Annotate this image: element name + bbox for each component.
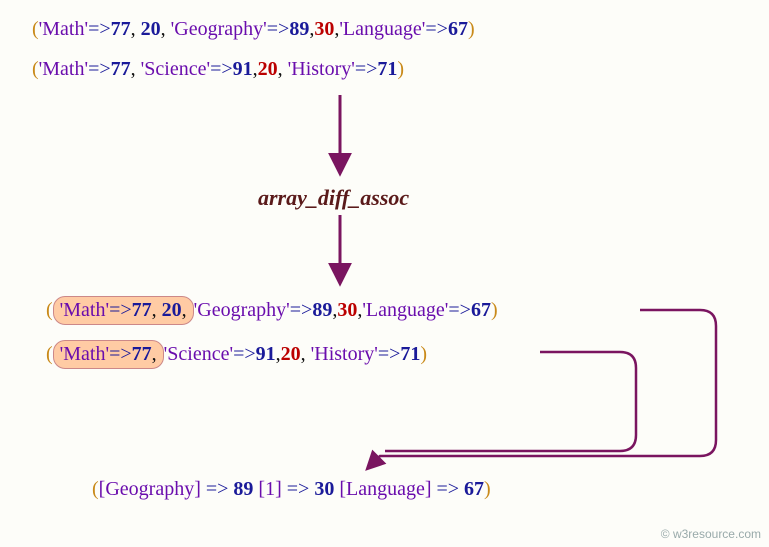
paren-close: ) (484, 478, 491, 500)
connector-line-icon (368, 310, 716, 468)
step-array-1: ('Math'=>77, 20,'Geography'=>89,30,'Lang… (46, 296, 498, 325)
assoc-op: => (282, 478, 315, 500)
highlight-matched-2: 'Math'=>77, (53, 340, 164, 369)
comma: , (131, 18, 141, 40)
val-67: 67 (471, 299, 491, 321)
key-geography: 'Geography' (171, 18, 267, 40)
comma: , (182, 299, 187, 321)
val-89: 89 (289, 18, 309, 40)
paren-close: ) (468, 18, 475, 40)
assoc-op: => (88, 18, 111, 40)
val-20: 20 (281, 343, 301, 365)
val-77: 77 (111, 58, 131, 80)
key-history: 'History' (288, 58, 355, 80)
key-math: 'Math' (60, 299, 109, 321)
assoc-op: => (109, 299, 132, 321)
comma: , (152, 299, 162, 321)
key-science: 'Science' (164, 343, 233, 365)
key-language: 'Language' (339, 18, 425, 40)
comma: , (152, 343, 157, 365)
comma: , (161, 18, 171, 40)
assoc-op: => (448, 299, 471, 321)
val-20: 20 (162, 299, 182, 321)
paren-close: ) (420, 343, 427, 365)
val-77: 77 (132, 343, 152, 365)
comma: , (278, 58, 288, 80)
key-math: 'Math' (60, 343, 109, 365)
assoc-op: => (201, 478, 234, 500)
comma: , (131, 58, 141, 80)
input-array-1: ('Math'=>77, 20, 'Geography'=>89,30,'Lan… (32, 18, 475, 41)
step-array-2: ('Math'=>77,'Science'=>91,20, 'History'=… (46, 340, 427, 369)
assoc-op: => (267, 18, 290, 40)
paren-open: ( (32, 58, 39, 80)
key-math: 'Math' (39, 58, 88, 80)
flow-arrows (0, 0, 769, 547)
result-key-1: [1] (258, 478, 281, 500)
result-key-geography: [Geography] (99, 478, 201, 500)
val-77: 77 (111, 18, 131, 40)
watermark: © w3resource.com (661, 527, 761, 541)
key-science: 'Science' (141, 58, 210, 80)
val-71: 71 (377, 58, 397, 80)
val-30: 30 (314, 18, 334, 40)
val-30: 30 (337, 299, 357, 321)
val-20: 20 (258, 58, 278, 80)
val-91: 91 (256, 343, 276, 365)
assoc-op: => (233, 343, 256, 365)
key-math: 'Math' (39, 18, 88, 40)
assoc-op: => (109, 343, 132, 365)
assoc-op: => (88, 58, 111, 80)
paren-close: ) (491, 299, 498, 321)
paren-open: ( (32, 18, 39, 40)
comma: , (301, 343, 311, 365)
result-key-language: [Language] (339, 478, 431, 500)
paren-open: ( (46, 343, 53, 365)
assoc-op: => (378, 343, 401, 365)
result-val-30: 30 (314, 478, 334, 500)
assoc-op: => (431, 478, 464, 500)
function-label: array_diff_assoc (258, 185, 409, 211)
val-89: 89 (312, 299, 332, 321)
val-77: 77 (132, 299, 152, 321)
input-array-2: ('Math'=>77, 'Science'=>91,20, 'History'… (32, 58, 404, 81)
result-array: ([Geography] => 89 [1] => 30 [Language] … (92, 478, 491, 501)
assoc-op: => (355, 58, 378, 80)
key-language: 'Language' (362, 299, 448, 321)
assoc-op: => (210, 58, 233, 80)
key-geography: 'Geography' (194, 299, 290, 321)
result-val-89: 89 (233, 478, 253, 500)
highlight-matched-1: 'Math'=>77, 20, (53, 296, 194, 325)
val-67: 67 (448, 18, 468, 40)
paren-open: ( (92, 478, 99, 500)
val-71: 71 (400, 343, 420, 365)
val-91: 91 (233, 58, 253, 80)
assoc-op: => (290, 299, 313, 321)
key-history: 'History' (311, 343, 378, 365)
assoc-op: => (425, 18, 448, 40)
result-val-67: 67 (464, 478, 484, 500)
paren-close: ) (397, 58, 404, 80)
paren-open: ( (46, 299, 53, 321)
val-20: 20 (141, 18, 161, 40)
